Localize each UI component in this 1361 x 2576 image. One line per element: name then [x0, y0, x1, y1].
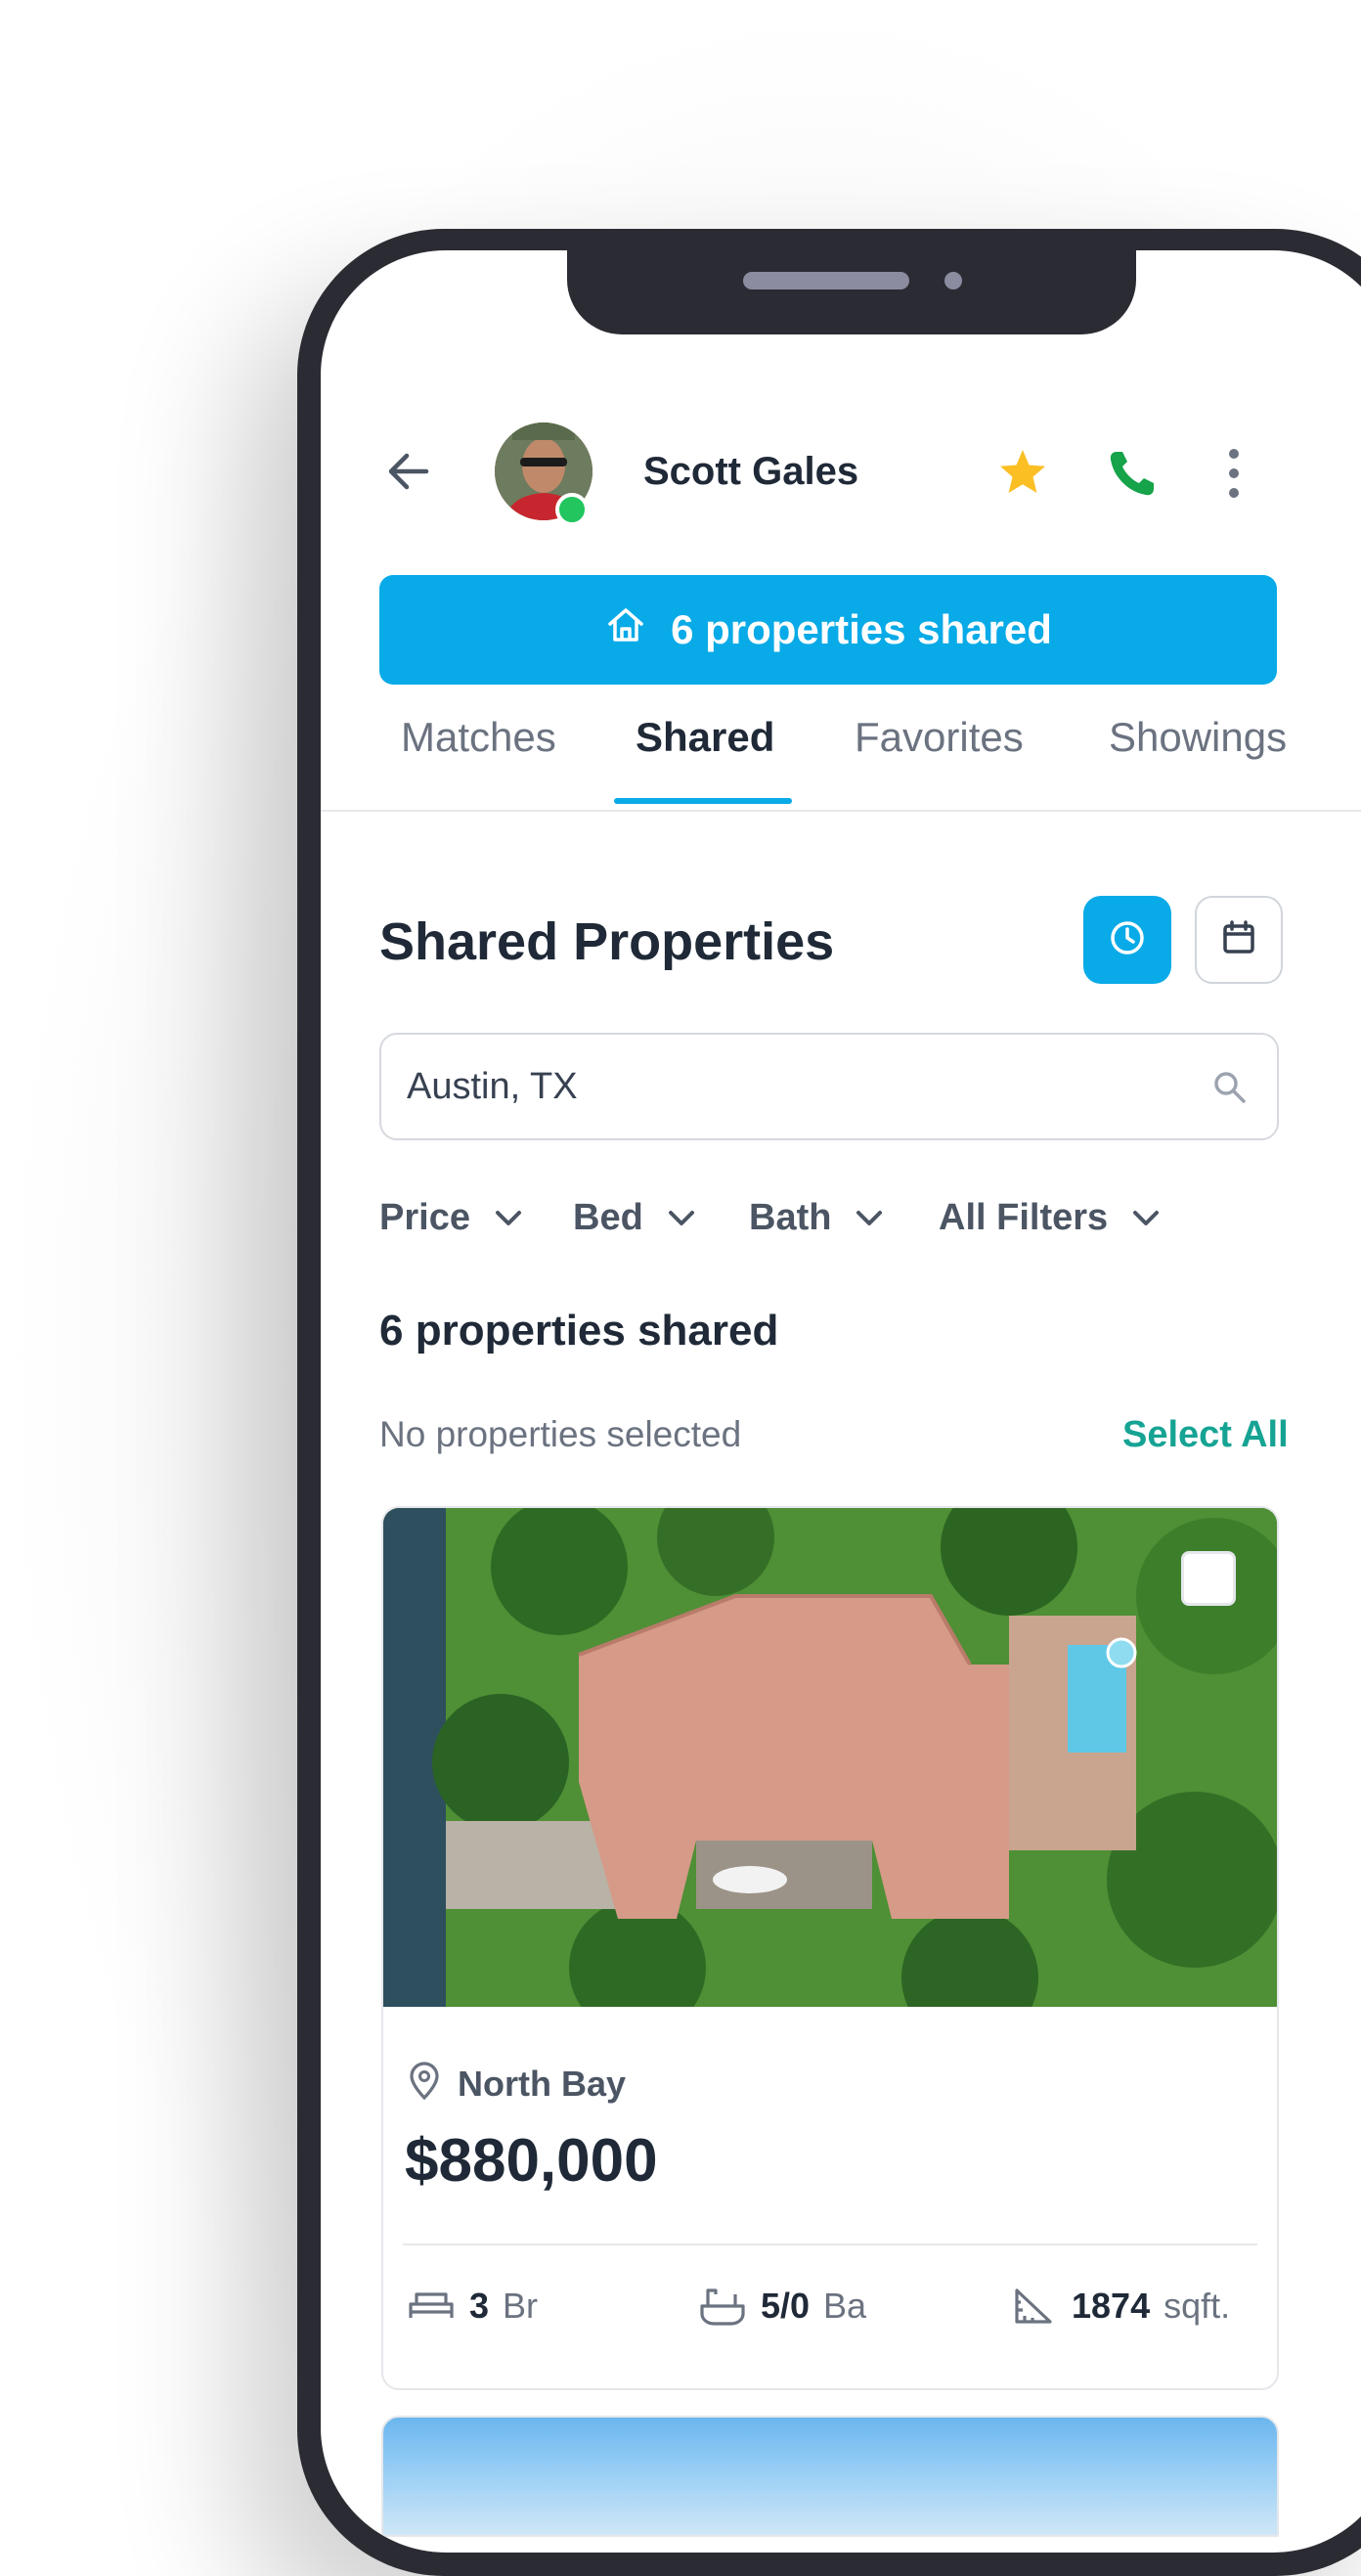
property-aerial-photo [383, 1508, 1277, 2007]
search-icon[interactable] [1210, 1068, 1248, 1105]
calendar-button[interactable] [1195, 896, 1283, 984]
recent-sort-button[interactable] [1083, 896, 1171, 984]
results-count: 6 properties shared [379, 1307, 779, 1355]
home-icon [604, 603, 647, 656]
online-status-indicator [555, 493, 589, 526]
phone-frame: Scott Gales 6 properties shared Matches … [297, 229, 1361, 2576]
card-divider [403, 2243, 1257, 2245]
tab-matches[interactable]: Matches [401, 714, 556, 761]
property-area: 1874 sqft. [1009, 2285, 1230, 2328]
phone-notch [567, 250, 1136, 334]
back-arrow-icon[interactable] [383, 446, 434, 497]
property-location: North Bay [458, 2064, 627, 2104]
property-select-checkbox[interactable] [1181, 1551, 1236, 1606]
select-all-button[interactable]: Select All [1122, 1414, 1289, 1456]
area-unit: sqft. [1163, 2286, 1231, 2326]
bed-icon [409, 2292, 454, 2318]
baths-value: 5/0 [761, 2286, 811, 2326]
filter-bath-label: Bath [749, 1197, 832, 1238]
tab-bar: Matches Shared Favorites Showings [321, 714, 1361, 812]
chevron-down-icon [856, 1210, 883, 1225]
beds-unit: Br [503, 2286, 539, 2326]
star-icon[interactable] [993, 444, 1052, 503]
property-card-next[interactable] [381, 2416, 1279, 2537]
property-card[interactable]: North Bay $880,000 3 Br 5/0 Ba 1874 sqft… [381, 1506, 1279, 2390]
property-beds: 3 Br [407, 2285, 538, 2328]
phone-icon[interactable] [1103, 444, 1162, 503]
app-screen: Scott Gales 6 properties shared Matches … [321, 250, 1361, 2553]
search-input[interactable] [407, 1035, 1169, 1138]
bath-icon [700, 2288, 745, 2326]
property-price: $880,000 [405, 2127, 658, 2195]
calendar-icon [1217, 916, 1260, 964]
chevron-down-icon [668, 1210, 694, 1225]
filter-price-label: Price [379, 1197, 470, 1238]
chevron-down-icon [1133, 1210, 1160, 1225]
chevron-down-icon [495, 1210, 521, 1225]
tab-favorites[interactable]: Favorites [855, 714, 1024, 761]
filter-bed[interactable]: Bed [573, 1197, 698, 1239]
clock-icon [1106, 916, 1149, 964]
location-search [379, 1033, 1279, 1140]
baths-unit: Ba [823, 2286, 867, 2326]
more-vertical-icon[interactable] [1222, 446, 1246, 501]
property-baths: 5/0 Ba [698, 2285, 866, 2328]
banner-label: 6 properties shared [671, 606, 1052, 652]
tab-showings[interactable]: Showings [1109, 714, 1287, 761]
speaker [743, 272, 909, 289]
location-pin-icon [410, 2062, 439, 2101]
front-camera [944, 272, 962, 289]
selection-status: No properties selected [379, 1414, 742, 1454]
beds-value: 3 [469, 2286, 490, 2326]
filter-bed-label: Bed [573, 1197, 643, 1238]
filter-all[interactable]: All Filters [939, 1197, 1163, 1239]
properties-shared-banner[interactable]: 6 properties shared [379, 575, 1277, 685]
area-icon [1015, 2288, 1052, 2324]
filter-price[interactable]: Price [379, 1197, 525, 1239]
tab-shared[interactable]: Shared [636, 714, 774, 761]
section-title: Shared Properties [379, 912, 835, 971]
active-tab-indicator [614, 798, 792, 804]
contact-name: Scott Gales [643, 450, 859, 493]
area-value: 1874 [1072, 2286, 1151, 2326]
filter-all-label: All Filters [939, 1197, 1109, 1238]
filter-bath[interactable]: Bath [749, 1197, 886, 1239]
